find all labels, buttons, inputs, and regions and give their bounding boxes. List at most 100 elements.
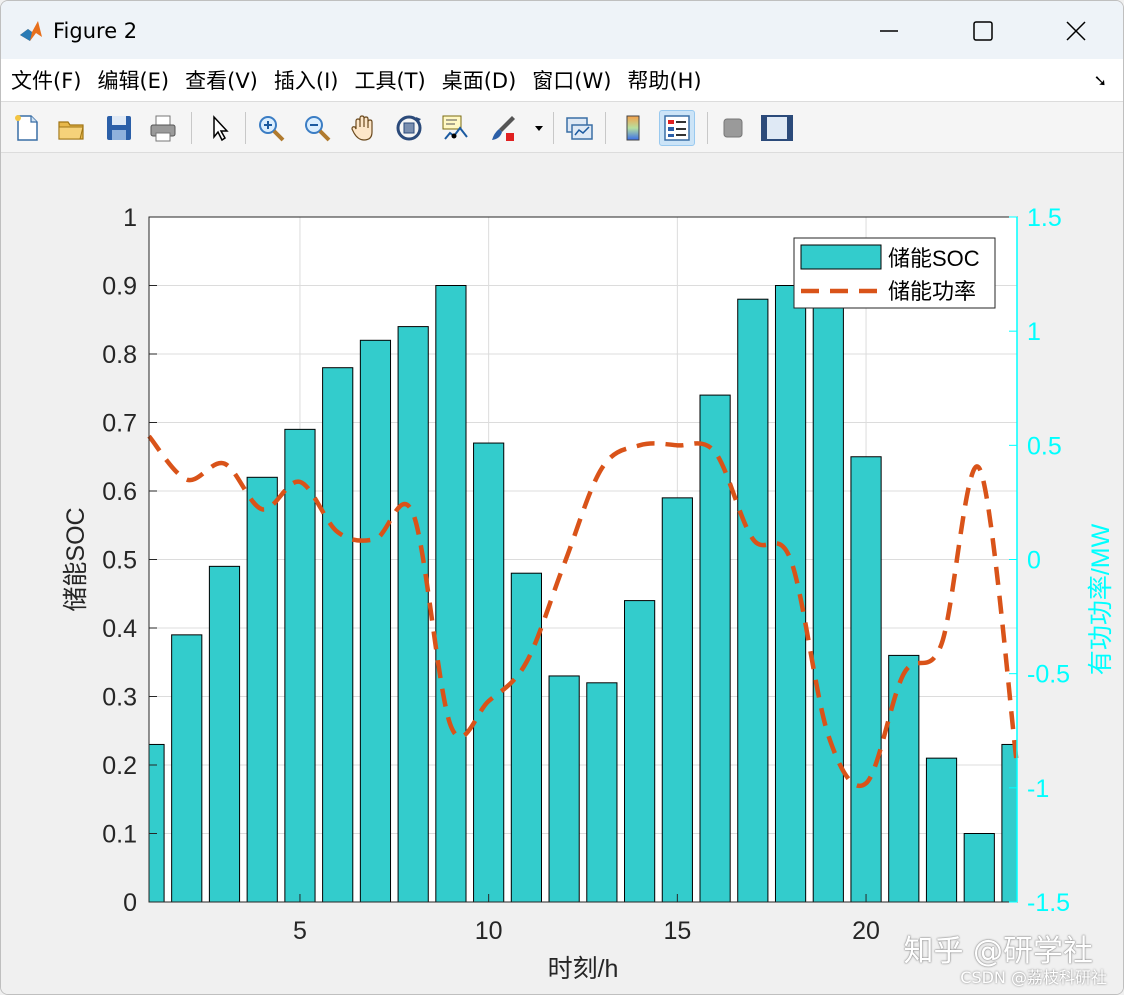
show-plot-tools-icon bbox=[761, 115, 793, 141]
y-tick-label-right: -1.5 bbox=[1027, 889, 1070, 917]
menu-window[interactable]: 窗口(W) bbox=[532, 65, 611, 95]
y-tick-label-right: 0.5 bbox=[1027, 432, 1062, 460]
brush-button[interactable] bbox=[485, 110, 521, 146]
y-tick-label-left: 0.1 bbox=[102, 821, 137, 849]
menu-view[interactable]: 查看(V) bbox=[185, 65, 258, 95]
zoom-in-button[interactable] bbox=[253, 110, 289, 146]
x-tick-label: 15 bbox=[663, 917, 691, 945]
colorbar-button[interactable] bbox=[615, 110, 651, 146]
new-figure-button[interactable] bbox=[9, 110, 45, 146]
chart: 00.10.20.30.40.50.60.70.80.915 10 15 20-1.5… bbox=[62, 204, 1115, 983]
y-tick-label-right: 1.5 bbox=[1027, 204, 1062, 232]
minimize-icon bbox=[880, 30, 898, 32]
soc-bar bbox=[661, 497, 693, 903]
soc-bar bbox=[397, 326, 429, 903]
soc-bar bbox=[148, 743, 165, 903]
new-figure-icon bbox=[15, 115, 38, 141]
soc-bar bbox=[246, 476, 278, 903]
legend-button[interactable] bbox=[659, 110, 695, 146]
brush-icon bbox=[492, 116, 515, 141]
minimize-button[interactable] bbox=[859, 11, 919, 51]
menu-desktop[interactable]: 桌面(D) bbox=[442, 65, 517, 95]
soc-bar bbox=[359, 339, 392, 903]
pointer-icon bbox=[213, 115, 229, 142]
chevron-down-icon bbox=[535, 126, 543, 131]
y-axis-label-left: 储能SOC bbox=[62, 507, 90, 611]
y-tick-label-left: 0.9 bbox=[102, 273, 137, 301]
open-file-icon bbox=[58, 121, 84, 140]
y-tick-label-left: 0.4 bbox=[102, 615, 137, 643]
print-icon bbox=[150, 115, 176, 142]
soc-bar bbox=[963, 833, 995, 903]
dock-arrow-icon[interactable]: ➘ bbox=[1094, 71, 1107, 90]
toolbar-separator bbox=[191, 112, 192, 144]
show-plot-tools-button[interactable] bbox=[759, 110, 795, 146]
y-tick-label-right: 1 bbox=[1027, 318, 1041, 346]
title-bar: Figure 2 bbox=[1, 1, 1123, 59]
hide-plot-tools-icon bbox=[723, 118, 743, 138]
maximize-button[interactable] bbox=[953, 11, 1013, 51]
save-button[interactable] bbox=[101, 110, 137, 146]
x-axis-label: 时刻/h bbox=[548, 955, 619, 983]
soc-bar bbox=[850, 456, 882, 903]
y-tick-label-right: 0 bbox=[1027, 547, 1041, 575]
print-button[interactable] bbox=[145, 110, 181, 146]
rotate-3d-icon bbox=[396, 115, 422, 141]
soc-bar bbox=[208, 565, 241, 903]
legend-bar-label: 储能SOC bbox=[888, 246, 980, 271]
link-plot-icon bbox=[566, 117, 593, 140]
menu-help[interactable]: 帮助(H) bbox=[627, 65, 701, 95]
soc-bar bbox=[888, 654, 920, 903]
zoom-in-icon bbox=[259, 116, 285, 142]
save-icon bbox=[107, 116, 131, 140]
soc-bar bbox=[284, 428, 316, 903]
x-tick-label: 10 bbox=[475, 917, 503, 945]
close-button[interactable] bbox=[1046, 11, 1106, 51]
figure-toolbar bbox=[1, 101, 1123, 153]
y-tick-label-right: -1 bbox=[1027, 775, 1049, 803]
soc-bar bbox=[624, 600, 656, 903]
toolbar-separator bbox=[245, 112, 246, 144]
figure-canvas: 0 0.1 0.2 0.3 0.4 0.5 0.6 0.7 0.8 0.9 1 5 10 15 20 -1.5… bbox=[1, 154, 1123, 994]
toolbar-separator bbox=[707, 112, 708, 144]
window-title: Figure 2 bbox=[53, 19, 138, 43]
y-tick-label-left: 1 bbox=[123, 204, 137, 232]
soc-bar bbox=[322, 367, 354, 903]
soc-bar bbox=[586, 682, 618, 903]
soc-bar bbox=[510, 572, 542, 903]
zoom-out-button[interactable] bbox=[299, 110, 335, 146]
soc-bar bbox=[435, 285, 467, 903]
y-tick-label-left: 0.3 bbox=[102, 684, 137, 712]
y-tick-label-right: -0.5 bbox=[1027, 661, 1070, 689]
soc-bar bbox=[737, 298, 769, 903]
y-axis-label-right: 有功功率/MW bbox=[1087, 523, 1115, 675]
x-tick-label: 5 bbox=[293, 917, 307, 945]
pointer-button[interactable] bbox=[201, 110, 237, 146]
open-file-button[interactable] bbox=[53, 110, 89, 146]
y-tick-label-left: 0.2 bbox=[102, 752, 137, 780]
legend-icon bbox=[664, 115, 690, 141]
zoom-out-icon bbox=[305, 116, 331, 142]
menu-edit[interactable]: 编辑(E) bbox=[97, 65, 169, 95]
legend[interactable]: 储能SOC 储能功率 bbox=[793, 237, 996, 309]
brush-dropdown[interactable] bbox=[529, 110, 549, 146]
soc-bar bbox=[1001, 743, 1018, 903]
y-tick-label-left: 0.5 bbox=[102, 547, 137, 575]
soc-bar bbox=[171, 634, 203, 903]
menu-bar: 文件(F) 编辑(E) 查看(V) 插入(I) 工具(T) 桌面(D) 窗口(W… bbox=[1, 59, 1123, 101]
figure-window: Figure 2 文件(F) 编辑(E) 查看(V) 插入(I) 工具(T) 桌… bbox=[0, 0, 1124, 995]
y-tick-label-left: 0.6 bbox=[102, 478, 137, 506]
legend-bar-swatch bbox=[800, 244, 882, 270]
rotate-3d-button[interactable] bbox=[391, 110, 427, 146]
data-cursor-button[interactable] bbox=[437, 110, 473, 146]
matlab-icon bbox=[18, 19, 44, 43]
menu-file[interactable]: 文件(F) bbox=[11, 65, 81, 95]
menu-tools[interactable]: 工具(T) bbox=[354, 65, 425, 95]
y-tick-label-left: 0.7 bbox=[102, 410, 137, 438]
menu-insert[interactable]: 插入(I) bbox=[274, 65, 339, 95]
y-tick-label-left: 0.8 bbox=[102, 341, 137, 369]
hide-plot-tools-button[interactable] bbox=[715, 110, 751, 146]
colorbar-icon bbox=[626, 115, 640, 141]
pan-button[interactable] bbox=[345, 110, 381, 146]
link-plot-button[interactable] bbox=[561, 110, 597, 146]
